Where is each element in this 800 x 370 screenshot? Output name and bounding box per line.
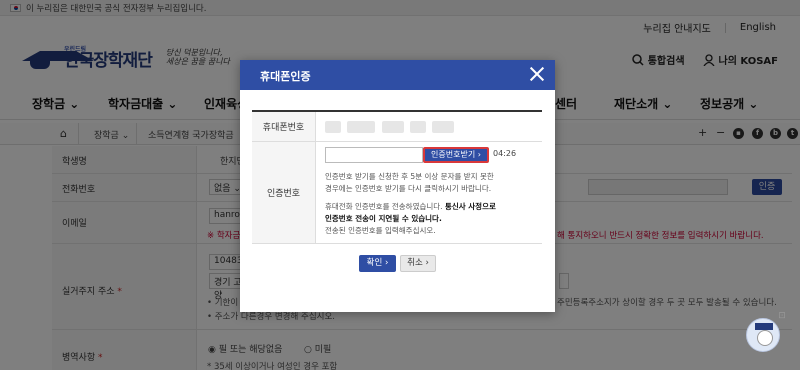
cert-number-row: 인증번호 인증번호받기 › 04:26 인증번호 받기를 신청한 후 5분 이상…	[252, 142, 542, 244]
modal-title: 휴대폰인증	[260, 70, 311, 83]
phone-number-label: 휴대폰번호	[252, 112, 316, 141]
auth-table: 휴대폰번호 인증번호 인증번호받기 › 04:26 인증번호 받기를 신청한 후…	[252, 110, 542, 244]
close-icon[interactable]	[527, 64, 547, 84]
modal-header: 휴대폰인증	[240, 60, 555, 90]
cert-timer: 04:26	[493, 149, 517, 158]
masked-phone-part	[432, 121, 454, 133]
phone-auth-modal: 휴대폰인증 휴대폰번호 인증번호 인증번호받기 › 04:26 인증번호 받기를…	[240, 60, 555, 312]
cert-number-input[interactable]	[325, 147, 423, 163]
cert-desc-2: 휴대전화 인증번호를 전송하였습니다. 통신사 사정으로 인증번호 전송이 지연…	[325, 202, 496, 235]
masked-phone-part	[347, 121, 375, 133]
confirm-button[interactable]: 확인 ›	[359, 255, 396, 272]
masked-phone-part	[382, 121, 404, 133]
masked-phone-part	[410, 121, 426, 133]
masked-phone-part	[325, 121, 341, 133]
cert-desc-1: 인증번호 받기를 신청한 후 5분 이상 문자를 받지 못한 경우에는 인증번호…	[325, 172, 494, 193]
cert-number-label: 인증번호	[252, 142, 316, 243]
request-cert-button[interactable]: 인증번호받기 ›	[423, 147, 489, 163]
cancel-button[interactable]: 취소 ›	[400, 255, 436, 272]
scroll-top-icon[interactable]: ⊡	[776, 311, 788, 323]
phone-number-row: 휴대폰번호	[252, 112, 542, 142]
chatbot-icon[interactable]	[746, 318, 780, 352]
